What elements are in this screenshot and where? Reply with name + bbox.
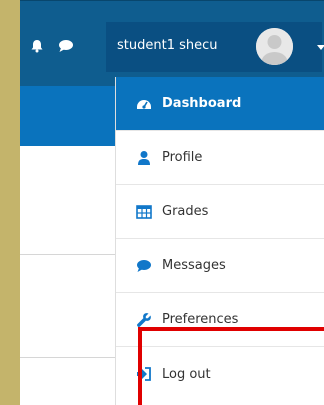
menu-item-label: Dashboard [162, 96, 242, 111]
menu-item-label: Messages [162, 258, 226, 273]
menu-item-label: Log out [162, 366, 211, 382]
logout-icon [136, 366, 152, 382]
menu-item-grades[interactable]: Grades [116, 185, 324, 239]
chat-icon[interactable] [58, 38, 73, 52]
window-frame-left [0, 0, 20, 405]
menu-item-profile[interactable]: Profile [116, 131, 324, 185]
user-dropdown-menu: Dashboard Profile Grades Messages Prefer… [115, 77, 324, 405]
menu-item-logout[interactable]: Log out [116, 347, 324, 401]
menu-item-label: Grades [162, 204, 209, 219]
wrench-icon [136, 312, 152, 328]
menu-item-messages[interactable]: Messages [116, 239, 324, 293]
user-menu-toggle[interactable]: student1 shecu [106, 22, 324, 72]
table-icon [136, 204, 152, 220]
user-name: student1 shecu [117, 38, 218, 53]
chevron-down-icon[interactable] [317, 45, 324, 50]
content-divider [20, 254, 130, 255]
menu-item-label: Profile [162, 150, 203, 165]
app-window: student1 shecu Dashboard Profile Grades … [20, 0, 324, 405]
avatar [256, 28, 293, 65]
menu-item-preferences[interactable]: Preferences [116, 293, 324, 347]
menu-item-label: Preferences [162, 312, 239, 327]
bell-icon[interactable] [30, 38, 44, 53]
chat-icon [136, 258, 152, 274]
menu-item-dashboard[interactable]: Dashboard [116, 77, 324, 131]
content-divider [20, 357, 130, 358]
top-navbar: student1 shecu [20, 0, 324, 87]
dashboard-icon [136, 96, 152, 112]
user-icon [136, 150, 152, 166]
